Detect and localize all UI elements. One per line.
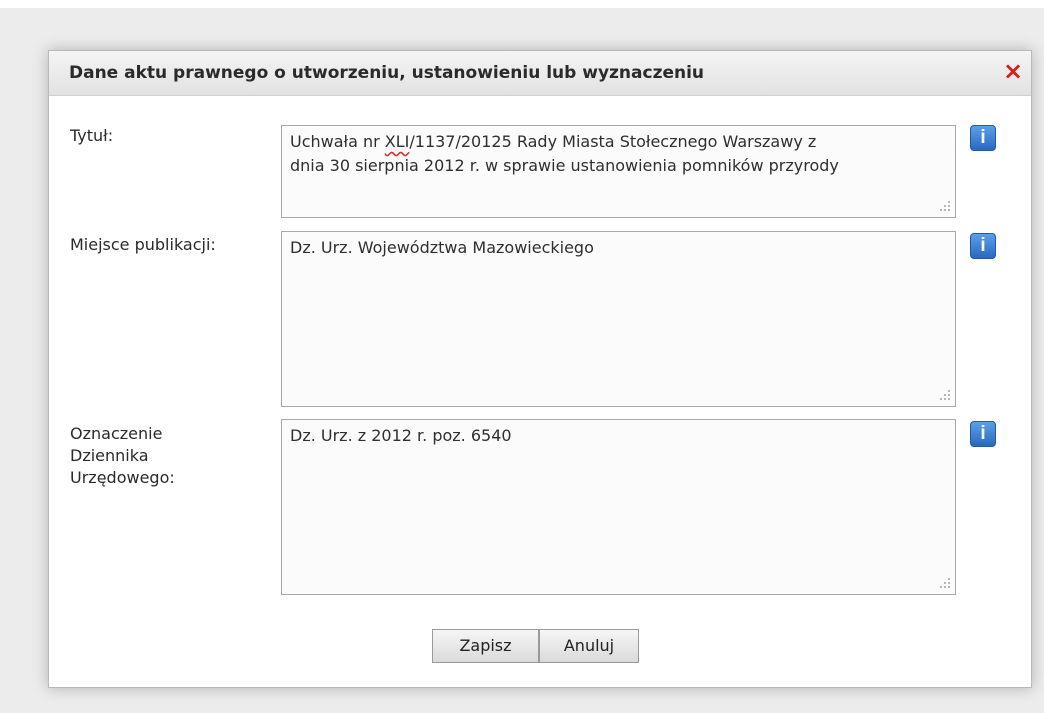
resize-grip-icon[interactable]: [936, 389, 952, 403]
publication-place-text: Dz. Urz. Województwa Mazowieckiego: [290, 238, 594, 257]
legal-act-dialog: Dane aktu prawnego o utworzeniu, ustanow…: [48, 50, 1032, 688]
title-text-line2: dnia 30 sierpnia 2012 r. w sprawie ustan…: [290, 156, 839, 175]
publication-place-field[interactable]: Dz. Urz. Województwa Mazowieckiego: [281, 231, 956, 407]
dialog-titlebar: Dane aktu prawnego o utworzeniu, ustanow…: [49, 51, 1031, 96]
title-info-icon[interactable]: i: [970, 125, 996, 151]
journal-designation-field[interactable]: Dz. Urz. z 2012 r. poz. 6540: [281, 419, 956, 595]
title-label: Tytuł:: [70, 126, 114, 145]
journal-designation-text: Dz. Urz. z 2012 r. poz. 6540: [290, 426, 512, 445]
journal-designation-label: Oznaczenie Dziennika Urzędowego:: [70, 423, 175, 489]
resize-grip-icon[interactable]: [936, 577, 952, 591]
publication-place-info-icon[interactable]: i: [970, 233, 996, 259]
publication-place-label: Miejsce publikacji:: [70, 235, 216, 254]
title-text-prefix: Uchwała nr: [290, 132, 385, 151]
journal-label-line2: Dziennika: [70, 446, 149, 465]
misspelled-word: XLI: [384, 132, 410, 151]
resize-grip-icon[interactable]: [936, 200, 952, 214]
title-field[interactable]: Uchwała nr XLI/1137/20125 Rady Miasta St…: [281, 125, 956, 218]
journal-designation-info-icon[interactable]: i: [970, 421, 996, 447]
close-icon[interactable]: ×: [1001, 58, 1025, 84]
cancel-button[interactable]: Anuluj: [539, 629, 639, 663]
journal-label-line1: Oznaczenie: [70, 424, 163, 443]
save-button[interactable]: Zapisz: [432, 629, 539, 663]
title-text-suffix: /1137/20125 Rady Miasta Stołecznego Wars…: [409, 132, 817, 151]
journal-label-line3: Urzędowego:: [70, 468, 175, 487]
dialog-title: Dane aktu prawnego o utworzeniu, ustanow…: [69, 63, 705, 83]
